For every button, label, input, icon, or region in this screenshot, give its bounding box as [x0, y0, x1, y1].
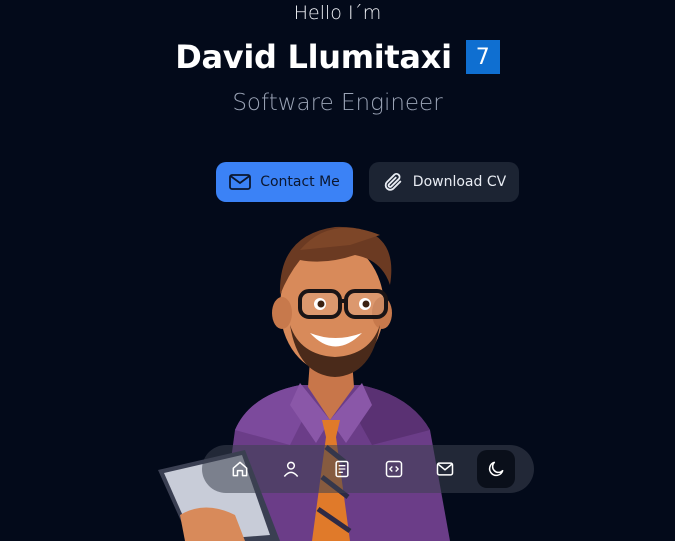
dock-projects-button[interactable] — [375, 450, 413, 488]
dock-theme-toggle[interactable] — [477, 450, 516, 488]
paperclip-icon — [382, 171, 404, 193]
greeting: Hello I´m — [293, 2, 382, 24]
mail-icon — [435, 459, 455, 479]
dock-home-button[interactable] — [221, 450, 259, 488]
home-icon — [230, 459, 250, 479]
code-icon — [384, 459, 404, 479]
badge: 7 — [465, 40, 500, 74]
mail-icon — [229, 174, 252, 190]
dock-about-button[interactable] — [272, 450, 310, 488]
download-cv-button[interactable]: Download CV — [369, 162, 519, 202]
document-icon — [332, 459, 352, 479]
dock-resume-button[interactable] — [323, 450, 361, 488]
dock-contact-button[interactable] — [426, 450, 464, 488]
contact-button[interactable]: Contact Me — [216, 162, 353, 202]
bottom-dock — [202, 445, 534, 493]
user-icon — [281, 459, 301, 479]
name-row: David Llumitaxi 7 — [0, 38, 675, 76]
download-label: Download CV — [412, 174, 507, 190]
role-title: Software Engineer — [232, 90, 443, 116]
hero-name: David Llumitaxi — [175, 38, 452, 76]
moon-icon — [486, 459, 506, 479]
contact-label: Contact Me — [260, 174, 340, 190]
